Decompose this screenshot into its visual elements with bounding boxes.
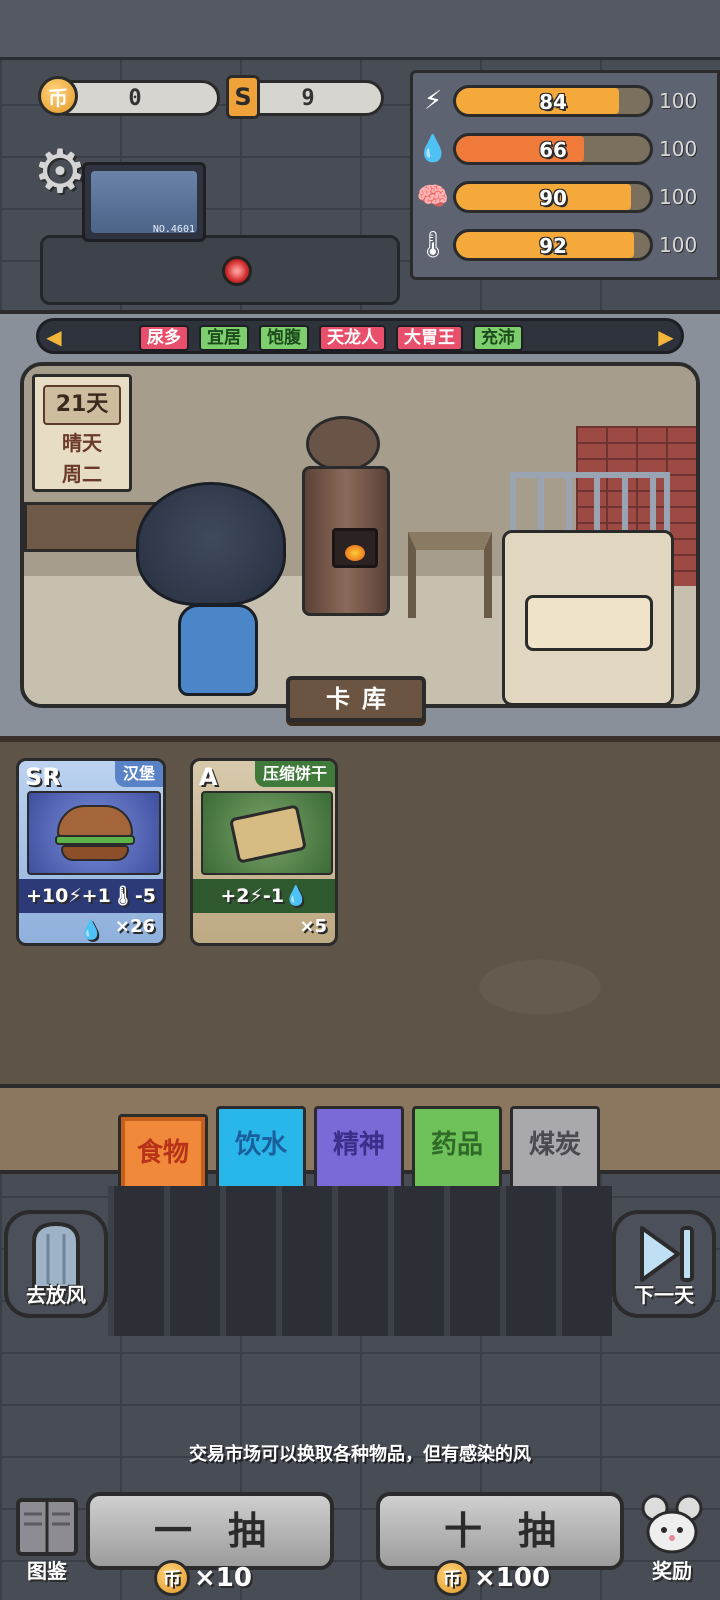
character-hair — [136, 482, 286, 606]
bed — [502, 530, 674, 704]
lightning-icon: ⚡ — [423, 86, 443, 116]
stat-value: 92 — [539, 234, 567, 258]
rewards-label: 奖励 — [652, 1559, 692, 1583]
character-monitor: NO.4601 — [82, 162, 206, 242]
calendar-day: 21天 — [43, 385, 121, 425]
mouse-icon — [641, 1494, 703, 1554]
water-drop-icon: 💧 — [416, 134, 450, 164]
stool — [408, 532, 492, 618]
tab-medicine[interactable]: 药品 — [412, 1106, 502, 1190]
character-body — [178, 604, 258, 696]
left-arrow-icon[interactable]: ◀ — [43, 325, 65, 349]
calendar-weekday: 周二 — [62, 462, 102, 486]
stat-max: 100 — [659, 185, 698, 209]
right-arrow-icon[interactable]: ▶ — [655, 325, 677, 349]
hint-text: 交易市场可以换取各种物品，但有感染的风 — [189, 1444, 531, 1465]
stat-max: 100 — [659, 89, 698, 113]
ten-draw-cost: 币 ×100 — [434, 1558, 550, 1598]
trait-tag[interactable]: 大胃王 — [396, 325, 463, 351]
tab-coal[interactable]: 煤炭 — [510, 1106, 600, 1190]
stove — [302, 416, 394, 616]
tab-water[interactable]: 饮水 — [216, 1106, 306, 1190]
stat-row-water: 💧 66 100 — [413, 129, 720, 169]
brain-icon: 🧠 — [416, 182, 450, 212]
stat-row-temperature: 🌡 92 100 — [413, 225, 720, 265]
stat-max: 100 — [659, 137, 698, 161]
card-burger[interactable]: SR 汉堡 +10⚡+1🌡-5💧 ×26 — [16, 758, 166, 946]
trait-tag[interactable]: 饱腹 — [259, 325, 309, 351]
stat-bar-temperature: 92 — [453, 229, 653, 261]
card-compressed-biscuit[interactable]: A 压缩饼干 +2⚡-1💧 ×5 — [190, 758, 338, 946]
burger-icon — [55, 805, 135, 865]
pillow — [525, 595, 653, 651]
single-draw-cost-value: ×10 — [194, 1563, 252, 1593]
stove-lid — [306, 416, 380, 472]
next-day-label: 下一天 — [634, 1283, 694, 1307]
ticket-value: 9 — [301, 85, 315, 111]
ticket-icon: S — [226, 75, 260, 119]
trait-tag[interactable]: 尿多 — [139, 325, 189, 351]
coin-icon: 币 — [38, 76, 78, 116]
card-art — [201, 791, 333, 875]
fire-icon — [332, 528, 378, 568]
stat-value: 84 — [539, 90, 567, 114]
trait-bar: ◀ 尿多 宜居 饱腹 天龙人 大胃王 充沛 ▶ — [36, 318, 684, 354]
book-icon — [16, 1498, 78, 1556]
card-count: ×26 — [114, 916, 155, 937]
ten-draw-cost-value: ×100 — [474, 1563, 551, 1593]
calendar-weather: 晴天 — [62, 431, 102, 455]
monitor-number: NO.4601 — [152, 224, 195, 235]
card-rank: SR — [25, 763, 61, 791]
prisoner-character[interactable] — [136, 482, 286, 702]
surveillance-machine — [40, 235, 400, 305]
stats-panel: ⚡ 84 100 💧 66 100 🧠 90 100 🌡 92 100 — [410, 70, 720, 280]
red-light-icon — [222, 256, 252, 286]
codex-label: 图鉴 — [27, 1559, 67, 1583]
coin-value: 0 — [128, 85, 142, 111]
single-draw-cost: 币 ×10 — [154, 1558, 252, 1598]
trait-tag[interactable]: 宜居 — [199, 325, 249, 351]
trait-tag[interactable]: 天龙人 — [319, 325, 386, 351]
next-day-icon — [640, 1226, 694, 1282]
floor-grate — [108, 1186, 612, 1336]
go-outside-button[interactable]: 去放风 — [4, 1210, 108, 1318]
card-effect: +2⚡-1💧 — [193, 879, 335, 913]
card-library-button[interactable]: 卡库 — [286, 676, 426, 722]
stat-value: 90 — [539, 186, 567, 210]
stat-row-energy: ⚡ 84 100 — [413, 81, 720, 121]
rewards-button[interactable]: 奖励 — [632, 1490, 712, 1590]
trait-tag[interactable]: 充沛 — [473, 325, 523, 351]
stat-value: 66 — [539, 138, 567, 162]
card-name: 压缩饼干 — [254, 761, 335, 787]
stat-row-mind: 🧠 90 100 — [413, 177, 720, 217]
codex-button[interactable]: 图鉴 — [10, 1490, 84, 1590]
calendar: 21天 晴天 周二 — [32, 374, 132, 492]
trait-list: 尿多 宜居 饱腹 天龙人 大胃王 充沛 — [139, 325, 523, 351]
stat-bar-energy: 84 — [453, 85, 653, 117]
cell-scene: 21天 晴天 周二 — [20, 362, 700, 708]
ceiling-planks — [0, 0, 720, 60]
card-art — [27, 791, 161, 875]
stat-bar-water: 66 — [453, 133, 653, 165]
coin-icon: 币 — [154, 1560, 190, 1596]
go-outside-label: 去放风 — [26, 1283, 86, 1307]
coin-icon: 币 — [434, 1560, 470, 1596]
tab-mind[interactable]: 精神 — [314, 1106, 404, 1190]
stat-bar-mind: 90 — [453, 181, 653, 213]
card-rank: A — [199, 763, 218, 791]
card-effect: +10⚡+1🌡-5💧 — [19, 879, 163, 941]
thermometer-icon: 🌡 — [416, 230, 450, 260]
stat-max: 100 — [659, 233, 698, 257]
card-name: 汉堡 — [114, 761, 163, 787]
card-count: ×5 — [299, 916, 327, 937]
next-day-button[interactable]: 下一天 — [612, 1210, 716, 1318]
biscuit-icon — [228, 804, 308, 864]
